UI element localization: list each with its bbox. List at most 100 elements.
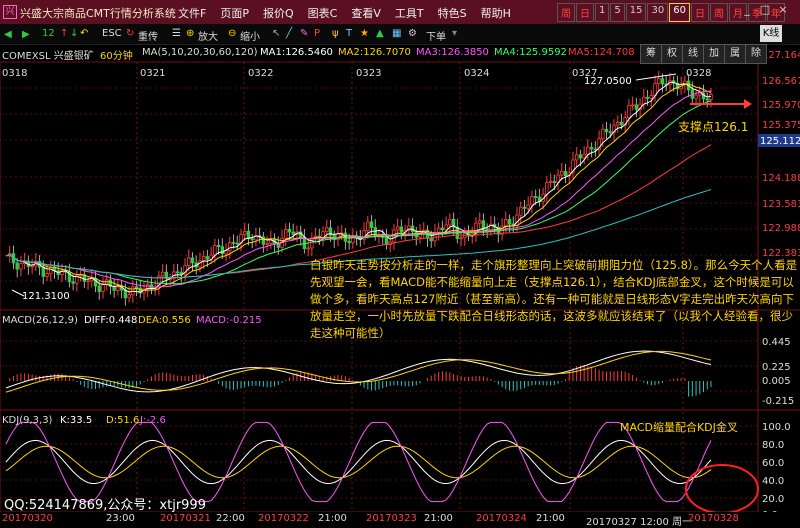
candle (220, 246, 225, 255)
reload-button[interactable]: 重传 (138, 28, 158, 43)
forward-button[interactable]: ▶ (22, 28, 34, 40)
zoom-out-icon[interactable]: ⊖ (228, 28, 236, 39)
kdj-d: D:51.6 (106, 415, 139, 426)
macd-axis-label: 0.005 (762, 376, 791, 387)
price-axis-label: 124.188 (762, 173, 800, 184)
candle (459, 237, 463, 240)
candle (574, 154, 579, 161)
time-axis-label: 21:00 (424, 513, 453, 524)
ma5-value: MA5:124.708 (568, 47, 635, 58)
close-button[interactable]: × (776, 3, 790, 17)
tab-property[interactable]: 属 (724, 44, 746, 64)
menu-item-6[interactable]: 特色S (438, 5, 467, 21)
settings-icon[interactable]: ⚙ (408, 28, 417, 39)
ptool-icon[interactable]: P (314, 28, 320, 39)
tab-add[interactable]: 加 (703, 44, 725, 64)
esc-button[interactable]: ESC (102, 28, 122, 39)
list-icon[interactable]: ☰ (172, 28, 181, 39)
candle (522, 206, 527, 209)
grid-icon[interactable]: ▦ (392, 28, 401, 39)
kdj-note: MACD缩量配合KDJ金叉 (620, 420, 738, 434)
refresh-icon[interactable]: ↻ (126, 28, 134, 39)
candle (560, 170, 564, 176)
fork-icon[interactable]: ψ (332, 28, 339, 39)
time-axis-label: 21:00 (318, 513, 347, 524)
period-option-3[interactable]: 5 (610, 3, 625, 22)
time-axis-label: 20170324 (476, 513, 527, 524)
period-option-1[interactable]: 日 (576, 3, 594, 22)
candle (515, 214, 519, 227)
candle (608, 131, 612, 134)
time-axis-label: 20170322 (258, 513, 309, 524)
menu-item-3[interactable]: 图表C (308, 5, 338, 21)
candle (649, 95, 653, 99)
draw-line-icon[interactable]: ╱ (286, 28, 292, 39)
kdj-axis-label: 100.0 (762, 422, 791, 433)
period-option-0[interactable]: 周 (557, 3, 575, 22)
arrow-down-icon[interactable]: ↓ (70, 28, 78, 39)
tab-line[interactable]: 线 (682, 44, 704, 64)
candle (179, 271, 184, 275)
star-icon[interactable]: ★ (360, 28, 369, 39)
price-axis-label: 122.988 (762, 223, 800, 234)
indicator-12-button[interactable]: 12 (42, 28, 55, 39)
back-button[interactable]: ◀ (4, 28, 16, 40)
candle (604, 128, 609, 133)
order-button[interactable]: 下单 (426, 28, 446, 43)
period-option-4[interactable]: 15 (625, 3, 647, 22)
minimize-button[interactable]: _ (740, 3, 754, 17)
kline-tab[interactable]: K线 (760, 25, 782, 42)
time-axis-label: 20170328 (688, 513, 739, 524)
maximize-button[interactable]: □ (758, 3, 772, 17)
menu-item-2[interactable]: 报价Q (263, 5, 294, 21)
candle (45, 273, 49, 277)
candle (616, 122, 620, 126)
candle (201, 256, 206, 262)
candle (287, 228, 292, 233)
candle (284, 228, 288, 239)
zoom-out-button[interactable]: 缩小 (240, 28, 260, 43)
arrow-up-icon[interactable]: ↑ (60, 28, 68, 39)
tab-rights[interactable]: 权 (661, 44, 683, 64)
escape-icon[interactable]: ↶ (80, 28, 88, 39)
cursor-icon[interactable]: ↖ (272, 28, 280, 39)
zoom-in-icon[interactable]: ⊕ (186, 28, 194, 39)
candle (545, 182, 549, 195)
menu-item-7[interactable]: 帮助H (481, 5, 511, 21)
menu-item-5[interactable]: 工具T (395, 5, 424, 21)
period-option-8[interactable]: 周 (709, 3, 728, 22)
chart-tool-icon[interactable]: ▲ (376, 28, 384, 39)
period-option-5[interactable]: 30 (647, 3, 669, 22)
low-price-label: 121.3100 (22, 291, 70, 302)
menu-item-0[interactable]: 文件F (178, 5, 206, 21)
menu-item-1[interactable]: 页面P (220, 5, 249, 21)
candle (578, 154, 583, 159)
period-option-6[interactable]: 60 (669, 3, 690, 22)
candle (235, 242, 239, 245)
price-axis-label: 123.583 (762, 199, 800, 210)
candle (507, 219, 512, 225)
price-axis-label: 125.970 (762, 100, 800, 111)
candle (243, 230, 247, 236)
kdj-params: KDJ(9,3,3) (2, 415, 53, 426)
period-option-7[interactable]: 日 (690, 3, 709, 22)
candle (593, 148, 598, 151)
dropdown-icon[interactable]: ▾ (452, 28, 457, 39)
date-mark: 0324 (464, 68, 489, 79)
zoom-in-button[interactable]: 放大 (198, 28, 218, 43)
candle (190, 257, 195, 264)
tab-remove[interactable]: 除 (745, 44, 767, 64)
kdj-axis-label: 40.0 (762, 476, 784, 487)
tab-chip[interactable]: 筹 (640, 44, 662, 64)
period-option-2[interactable]: 1 (595, 3, 610, 22)
candle (306, 247, 310, 250)
time-axis: 20170320 23:00 20170321 22:00 20170322 21:00 2… (0, 512, 800, 528)
macd-diff-line (5, 350, 712, 393)
pen-icon[interactable]: ✎ (300, 28, 308, 39)
candle (399, 226, 404, 233)
kdj-axis-label: 80.0 (762, 440, 784, 451)
candle (175, 271, 180, 274)
date-mark: 0321 (140, 68, 165, 79)
menu-item-4[interactable]: 查看V (351, 5, 381, 21)
text-tool-icon[interactable]: T (346, 28, 352, 39)
